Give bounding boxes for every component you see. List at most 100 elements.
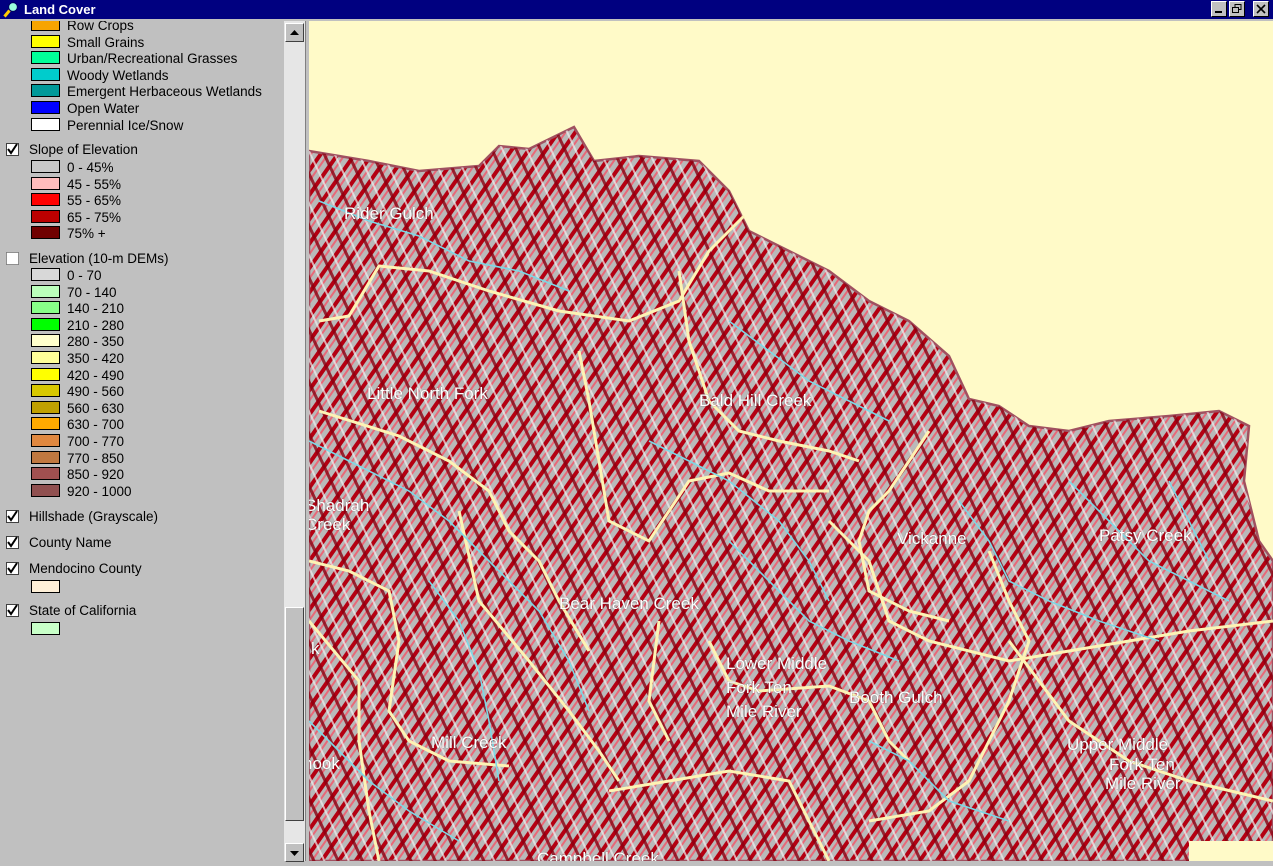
legend-swatch: [31, 101, 60, 114]
layer-name: Mendocino County: [29, 561, 142, 576]
minimize-button[interactable]: [1211, 1, 1227, 17]
legend-class-label: 0 - 45%: [67, 160, 114, 175]
layer-state-of-california[interactable]: State of California: [0, 603, 283, 621]
legend-class-label: 920 - 1000: [67, 483, 132, 499]
legend-swatch: [31, 193, 60, 207]
restore-icon: [1232, 4, 1242, 13]
legend-class-label: 0 - 70: [67, 268, 102, 283]
legend-class-label: 630 - 700: [67, 417, 125, 433]
legend-class-label: 700 - 770: [67, 434, 125, 449]
legend-class: 0 - 45%: [0, 160, 283, 176]
map-label: Vickanne: [897, 529, 967, 548]
map-label: Mile River: [1105, 774, 1181, 793]
legend-panel: Row Crops Small Grains Urban/Recreationa…: [0, 21, 283, 861]
magnifier-icon: [3, 1, 19, 18]
layer-name: Slope of Elevation: [29, 142, 138, 157]
window-title: Land Cover: [24, 2, 96, 17]
legend-swatch: [31, 84, 60, 97]
legend-class-label: 210 - 280: [67, 317, 125, 333]
map-label: Booth Gulch: [849, 688, 943, 707]
close-button[interactable]: [1253, 1, 1269, 17]
legend-swatch: [31, 580, 60, 593]
legend-class: 75% +: [0, 226, 283, 242]
checkbox-checked-icon[interactable]: [6, 562, 19, 575]
checkbox-unchecked-icon[interactable]: [6, 252, 19, 265]
layer-mendocino-county[interactable]: Mendocino County: [0, 561, 283, 579]
legend-class-label: 55 - 65%: [67, 193, 122, 209]
map-label: Little North Fork: [367, 384, 488, 403]
legend-swatch: [31, 209, 60, 223]
legend-class: 700 - 770: [0, 434, 283, 450]
map-label: Shadrah: [309, 496, 370, 515]
legend-class: 70 - 140: [0, 284, 283, 301]
legend-class: 560 - 630: [0, 400, 283, 417]
legend-class-label: Emergent Herbaceous Wetlands: [67, 84, 262, 99]
legend-class: 350 - 420: [0, 351, 283, 367]
legend-swatch: [31, 35, 60, 48]
checkbox-checked-icon[interactable]: [6, 143, 19, 156]
scroll-up-button[interactable]: [285, 23, 304, 42]
legend-class-label: 850 - 920: [67, 467, 125, 483]
legend-class-label: Row Crops: [67, 21, 134, 33]
legend-swatch: [31, 68, 60, 81]
legend-scrollbar[interactable]: [284, 21, 305, 862]
legend-class-label: 420 - 490: [67, 367, 125, 383]
legend-class: Urban/Recreational Grasses: [0, 51, 283, 67]
map-edge: [1189, 841, 1273, 861]
legend-class: 55 - 65%: [0, 193, 283, 209]
legend-class-label: 140 - 210: [67, 301, 125, 317]
legend-class-label: 280 - 350: [67, 334, 125, 350]
legend-swatch: [31, 450, 60, 464]
map-label: Bear Haven Creek: [559, 594, 699, 613]
legend-class: Emergent Herbaceous Wetlands: [0, 84, 283, 100]
legend-swatch: [31, 367, 60, 381]
legend-swatch: [31, 434, 60, 447]
legend-class: Row Crops: [0, 21, 283, 34]
legend-swatch: [31, 417, 60, 431]
legend-class-label: 75% +: [67, 226, 106, 242]
layer-slope-of-elevation[interactable]: Slope of Elevation: [0, 142, 283, 160]
legend-class-label: Open Water: [67, 101, 140, 116]
legend-class-label: 490 - 560: [67, 384, 125, 400]
map-label: Fork Ten: [1109, 755, 1175, 774]
layer-name: County Name: [29, 535, 112, 550]
legend-class: 770 - 850: [0, 450, 283, 467]
legend-class: 65 - 75%: [0, 209, 283, 226]
legend-class-label: 350 - 420: [67, 351, 125, 366]
scroll-down-button[interactable]: [285, 843, 304, 862]
close-icon: [1256, 4, 1266, 14]
legend-class: 45 - 55%: [0, 176, 283, 193]
map-label: Mill Creek: [431, 733, 507, 752]
layer-hillshade[interactable]: Hillshade (Grayscale): [0, 509, 283, 527]
legend-swatch: [31, 284, 60, 298]
restore-button[interactable]: [1229, 1, 1245, 17]
checkbox-checked-icon[interactable]: [6, 510, 19, 523]
layer-name: Elevation (10-m DEMs): [29, 251, 169, 266]
map-label: Rider Gulch: [344, 204, 434, 223]
legend-swatch: [31, 622, 60, 635]
checkbox-checked-icon[interactable]: [6, 536, 19, 549]
map-label: Fork Ten: [726, 678, 792, 697]
legend-class-label: 560 - 630: [67, 400, 125, 416]
window-title-bar[interactable]: Land Cover: [0, 0, 1273, 19]
map-label: hook: [309, 754, 340, 773]
legend-swatch: [31, 351, 60, 364]
legend-class: 920 - 1000: [0, 483, 283, 500]
legend-class: 850 - 920: [0, 467, 283, 483]
layer-name: State of California: [29, 603, 137, 618]
legend-swatch: [31, 467, 60, 481]
map-view[interactable]: Rider Gulch Little North Fork Bald Hill …: [309, 21, 1273, 861]
scroll-thumb[interactable]: [285, 607, 304, 821]
map-label: Bald Hill Creek: [699, 391, 812, 410]
minimize-icon: [1215, 11, 1222, 13]
legend-swatch: [31, 160, 60, 173]
layer-county-name[interactable]: County Name: [0, 535, 283, 553]
map-label: Lower Middle: [726, 654, 828, 673]
map-label: Upper Middle: [1067, 735, 1169, 754]
legend-swatch: [31, 334, 60, 348]
layer-elevation[interactable]: Elevation (10-m DEMs): [0, 251, 283, 269]
legend-class: 280 - 350: [0, 334, 283, 350]
legend-swatch: [31, 384, 60, 398]
checkbox-checked-icon[interactable]: [6, 604, 19, 617]
legend-class-label: 70 - 140: [67, 284, 117, 300]
